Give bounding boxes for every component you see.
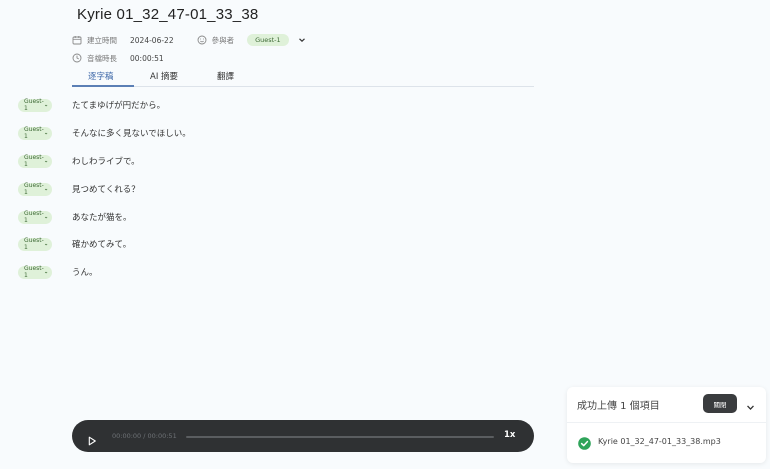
chevron-down-icon bbox=[44, 132, 48, 134]
transcript-text: 確かめてみて。 bbox=[72, 240, 132, 250]
divider bbox=[567, 422, 766, 423]
smile-icon bbox=[197, 35, 207, 45]
transcript-text: わしわライブで。 bbox=[72, 157, 140, 167]
created-value: 2024-06-22 bbox=[130, 35, 174, 45]
speaker-name: Guest-1 bbox=[24, 126, 44, 140]
speaker-chip[interactable]: Guest-1 bbox=[18, 98, 52, 112]
speaker-name: Guest-1 bbox=[24, 265, 44, 279]
speaker-name: Guest-1 bbox=[24, 154, 44, 168]
transcript-row: Guest-1 あなたが猫を。 bbox=[18, 210, 132, 224]
chevron-down-icon bbox=[44, 243, 48, 245]
seek-bar[interactable] bbox=[186, 435, 494, 438]
speaker-name: Guest-1 bbox=[24, 98, 44, 112]
created-label: 建立時間 bbox=[87, 35, 117, 45]
meta-row-duration: 音檔時長 00:00:51 bbox=[72, 51, 164, 65]
chevron-down-icon bbox=[44, 271, 48, 273]
page-title: Kyrie 01_32_47-01_33_38 bbox=[77, 6, 259, 23]
check-circle-icon bbox=[578, 435, 591, 450]
tab-ai-summary[interactable]: AI 摘要 bbox=[150, 70, 178, 82]
speaker-name: Guest-1 bbox=[24, 237, 44, 251]
speaker-chip[interactable]: Guest-1 bbox=[18, 237, 52, 251]
chevron-down-icon[interactable] bbox=[745, 398, 756, 410]
transcript-row: Guest-1 わしわライブで。 bbox=[18, 154, 140, 168]
speaker-name: Guest-1 bbox=[24, 210, 44, 224]
transcript-row: Guest-1 そんなに多く見ないでほしい。 bbox=[18, 126, 191, 140]
duration-value: 00:00:51 bbox=[130, 53, 164, 63]
participants-label: 參與者 bbox=[211, 35, 235, 45]
speaker-chip[interactable]: Guest-1 bbox=[18, 265, 52, 279]
transcript-text: たてまゆげが円だから。 bbox=[72, 101, 166, 111]
calendar-icon bbox=[72, 35, 82, 45]
close-button[interactable]: 關閉 bbox=[703, 394, 737, 413]
uploaded-file-name: Kyrie 01_32_47-01_33_38.mp3 bbox=[598, 437, 721, 446]
playback-time: 00:00:00 / 00:00:51 bbox=[112, 432, 177, 440]
chevron-down-icon bbox=[44, 188, 48, 190]
transcript-row: Guest-1 うん。 bbox=[18, 265, 98, 279]
chevron-down-icon[interactable] bbox=[297, 35, 307, 45]
transcript-row: Guest-1 確かめてみて。 bbox=[18, 237, 131, 251]
speaker-chip[interactable]: Guest-1 bbox=[18, 154, 52, 168]
playback-speed-button[interactable]: 1x bbox=[504, 430, 515, 440]
transcript-row: Guest-1 見つめてくれる？ bbox=[18, 182, 140, 196]
duration-label: 音檔時長 bbox=[87, 53, 117, 63]
chevron-down-icon bbox=[44, 216, 48, 218]
active-tab-indicator bbox=[72, 85, 134, 87]
transcript-row: Guest-1 たてまゆげが円だから。 bbox=[18, 98, 165, 112]
play-icon[interactable] bbox=[87, 431, 97, 446]
transcript-text: 見つめてくれる？ bbox=[72, 185, 140, 195]
upload-panel-title: 成功上傳 1 個項目 bbox=[577, 401, 660, 412]
tab-transcript[interactable]: 逐字稿 bbox=[88, 70, 114, 82]
chevron-down-icon bbox=[44, 160, 48, 162]
tab-translation[interactable]: 翻譯 bbox=[217, 70, 234, 82]
transcript-text: そんなに多く見ないでほしい。 bbox=[72, 129, 191, 139]
participant-pill: Guest-1 bbox=[247, 34, 289, 46]
tab-bar: 逐字稿 AI 摘要 翻譯 bbox=[72, 68, 534, 87]
audio-player: 00:00:00 / 00:00:51 1x bbox=[72, 420, 534, 452]
chevron-down-icon bbox=[44, 104, 48, 106]
transcript-text: うん。 bbox=[72, 268, 98, 278]
clock-icon bbox=[72, 53, 82, 63]
speaker-chip[interactable]: Guest-1 bbox=[18, 210, 52, 224]
upload-status-panel: 成功上傳 1 個項目 關閉 Kyrie 01_32_47-01_33_38.mp… bbox=[567, 387, 766, 463]
speaker-chip[interactable]: Guest-1 bbox=[18, 126, 52, 140]
transcript-text: あなたが猫を。 bbox=[72, 213, 132, 223]
meta-row-created: 建立時間 2024-06-22 參與者 Guest-1 bbox=[72, 33, 312, 47]
speaker-name: Guest-1 bbox=[24, 182, 44, 196]
speaker-chip[interactable]: Guest-1 bbox=[18, 182, 52, 196]
